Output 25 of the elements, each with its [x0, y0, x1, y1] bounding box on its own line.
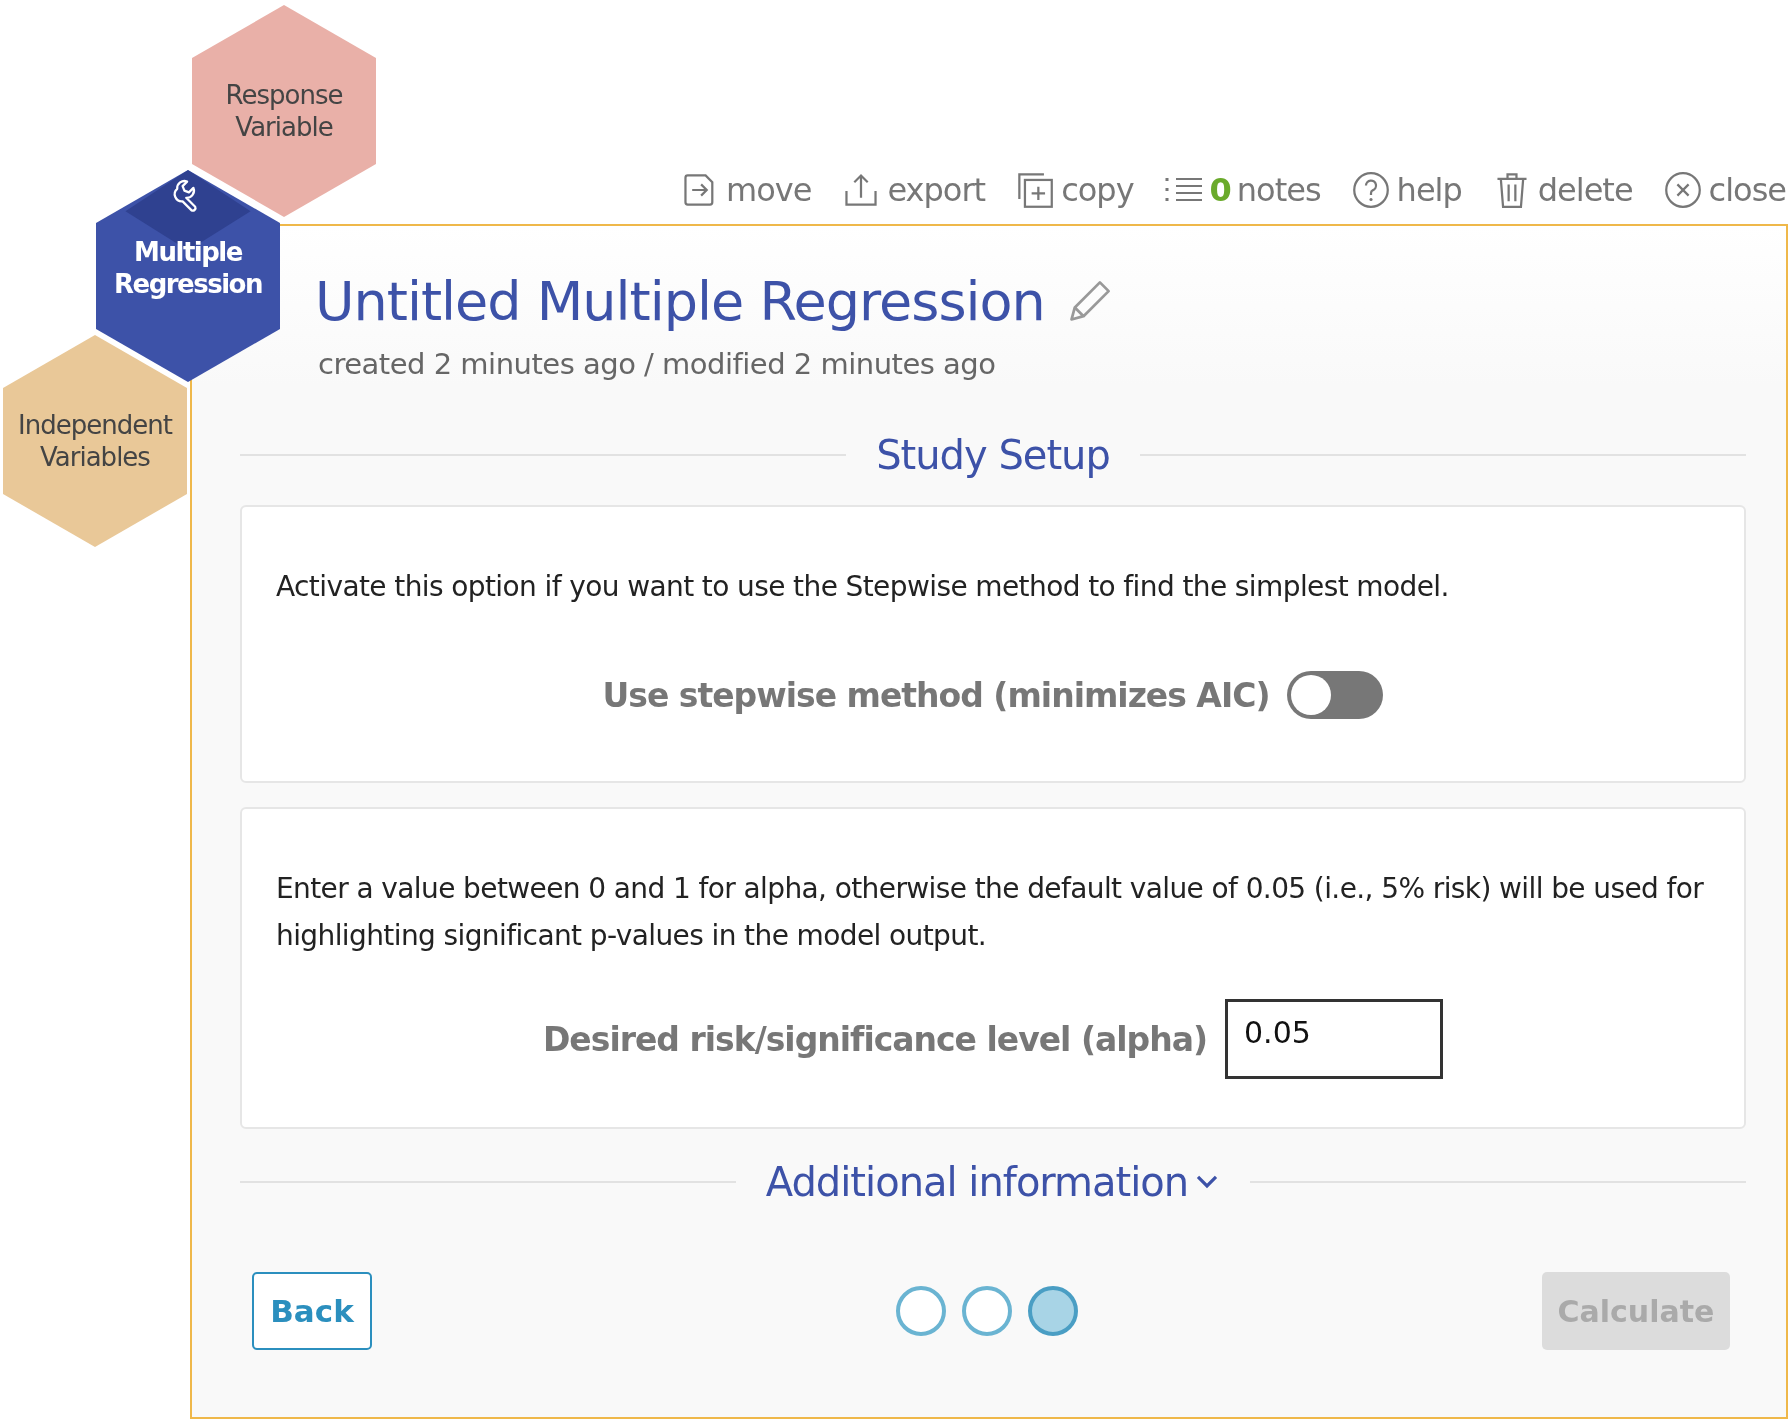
- copy-button[interactable]: copy: [1015, 171, 1134, 209]
- toggle-switch[interactable]: [1287, 671, 1384, 719]
- option-label: Use stepwise method (minimizes AIC): [602, 675, 1270, 715]
- input-field[interactable]: 0.05: [1225, 999, 1443, 1079]
- close-button[interactable]: close: [1662, 171, 1786, 209]
- option-label: Desired risk/significance level (alpha): [542, 1019, 1207, 1059]
- timestamp-text: created 2 minutes ago / modified 2 minutes ago: [317, 347, 997, 381]
- study-title: Untitled Multiple Regression: [315, 270, 1045, 333]
- option-description: Enter a value between 0 and 1 for alpha, otherwise the default value of 0.05 (i.e., 5% risk) will be used for highlighting significant p-values in the model output.: [276, 871, 1705, 954]
- notes-count: 0: [1209, 171, 1231, 209]
- section-heading: Study Setup: [876, 432, 1110, 478]
- additional-information-link[interactable]: Additional information: [765, 1159, 1221, 1205]
- step-indicator[interactable]: [962, 1286, 1012, 1336]
- copy-icon: [1015, 171, 1056, 209]
- close-icon: [1662, 171, 1703, 209]
- help-icon: [1350, 171, 1391, 209]
- back-button[interactable]: Back: [252, 1272, 372, 1350]
- notes-button[interactable]: 0 notes: [1163, 171, 1321, 209]
- export-button[interactable]: export: [841, 171, 986, 209]
- help-button[interactable]: help: [1350, 171, 1462, 209]
- delete-button[interactable]: delete: [1491, 171, 1633, 209]
- move-button[interactable]: move: [680, 171, 812, 209]
- step-indicator[interactable]: [896, 1286, 946, 1336]
- step-indicator[interactable]: [1028, 1286, 1078, 1336]
- option-description: Activate this option if you want to use the Stepwise method to find the simplest model.: [276, 569, 1450, 605]
